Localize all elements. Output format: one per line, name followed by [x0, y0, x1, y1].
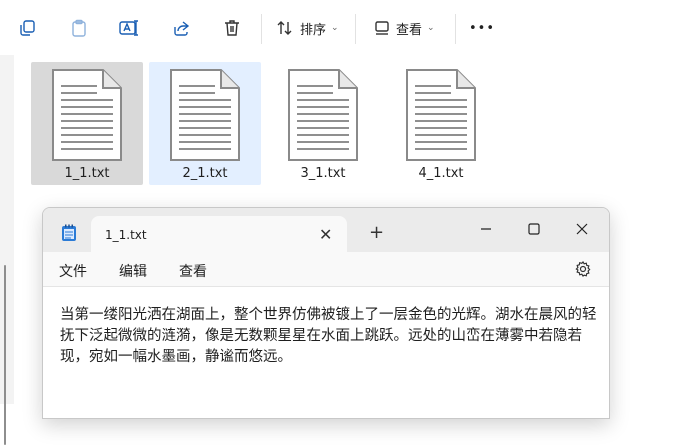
notepad-window: 1_1.txt ✕ + 文件 编辑 查看 当第一缕阳光洒在湖面上，整个世界仿佛被… [42, 207, 610, 419]
toolbar-divider [261, 14, 262, 44]
file-item[interactable]: 2_1.txt [149, 62, 261, 185]
sort-button[interactable]: 排序 ⌄ [276, 12, 339, 44]
file-item[interactable]: 4_1.txt [385, 62, 497, 185]
notepad-tab[interactable]: 1_1.txt ✕ [91, 216, 347, 252]
new-tab-button[interactable]: + [369, 222, 384, 243]
view-button[interactable]: 查看 ⌄ [374, 12, 435, 44]
view-label: 查看 [396, 22, 423, 38]
tab-title: 1_1.txt [105, 228, 147, 242]
rename-button[interactable] [116, 12, 142, 44]
toolbar-divider [455, 14, 456, 44]
minimize-button[interactable] [463, 214, 509, 244]
paste-icon [72, 19, 86, 37]
more-icon: ••• [468, 20, 495, 36]
notepad-menubar: 文件 编辑 查看 [43, 252, 609, 286]
file-list: 1_1.txt 2_1.txt 3_1.txt 4_1.txt [14, 55, 688, 215]
maximize-button[interactable] [511, 214, 557, 244]
maximize-icon [528, 223, 540, 235]
close-icon [576, 223, 588, 235]
file-item[interactable]: 3_1.txt [267, 62, 379, 185]
navigation-pane-edge [0, 55, 14, 445]
explorer-toolbar: 排序 ⌄ 查看 ⌄ ••• [0, 0, 688, 56]
view-icon [375, 21, 389, 35]
paste-button[interactable] [66, 12, 92, 44]
sort-icon [277, 21, 292, 35]
scrollbar[interactable] [4, 265, 6, 445]
editor-content[interactable]: 当第一缕阳光洒在湖面上，整个世界仿佛被镀上了一层金色的光辉。湖水在晨风的轻抚下泛… [60, 305, 608, 368]
notepad-titlebar[interactable]: 1_1.txt ✕ + [43, 208, 609, 252]
minimize-icon [481, 228, 491, 230]
rename-icon [119, 20, 138, 36]
text-file-icon [52, 69, 122, 161]
copy-icon [20, 20, 35, 36]
menu-edit[interactable]: 编辑 [119, 261, 147, 281]
settings-gear-icon[interactable] [575, 261, 591, 277]
close-tab-icon[interactable]: ✕ [319, 225, 332, 244]
file-name: 2_1.txt [182, 166, 228, 181]
menu-view[interactable]: 查看 [179, 261, 207, 281]
share-button[interactable] [168, 12, 194, 44]
file-name: 1_1.txt [64, 166, 110, 181]
file-item[interactable]: 1_1.txt [31, 62, 143, 185]
share-icon [174, 21, 190, 36]
toolbar-divider [355, 14, 356, 44]
trash-icon [225, 20, 239, 36]
text-file-icon [170, 69, 240, 161]
more-button[interactable]: ••• [468, 12, 496, 44]
notepad-text-editor[interactable]: 当第一缕阳光洒在湖面上，整个世界仿佛被镀上了一层金色的光辉。湖水在晨风的轻抚下泛… [43, 286, 609, 418]
sort-label: 排序 [300, 22, 327, 38]
menu-file[interactable]: 文件 [59, 261, 87, 281]
text-file-icon [406, 69, 476, 161]
delete-button[interactable] [219, 12, 245, 44]
file-name: 4_1.txt [418, 166, 464, 181]
copy-button[interactable] [14, 12, 40, 44]
file-name: 3_1.txt [300, 166, 346, 181]
text-file-icon [288, 69, 358, 161]
chevron-down-icon: ⌄ [427, 23, 435, 33]
chevron-down-icon: ⌄ [331, 23, 339, 33]
notepad-app-icon [62, 224, 76, 241]
close-window-button[interactable] [559, 214, 605, 244]
